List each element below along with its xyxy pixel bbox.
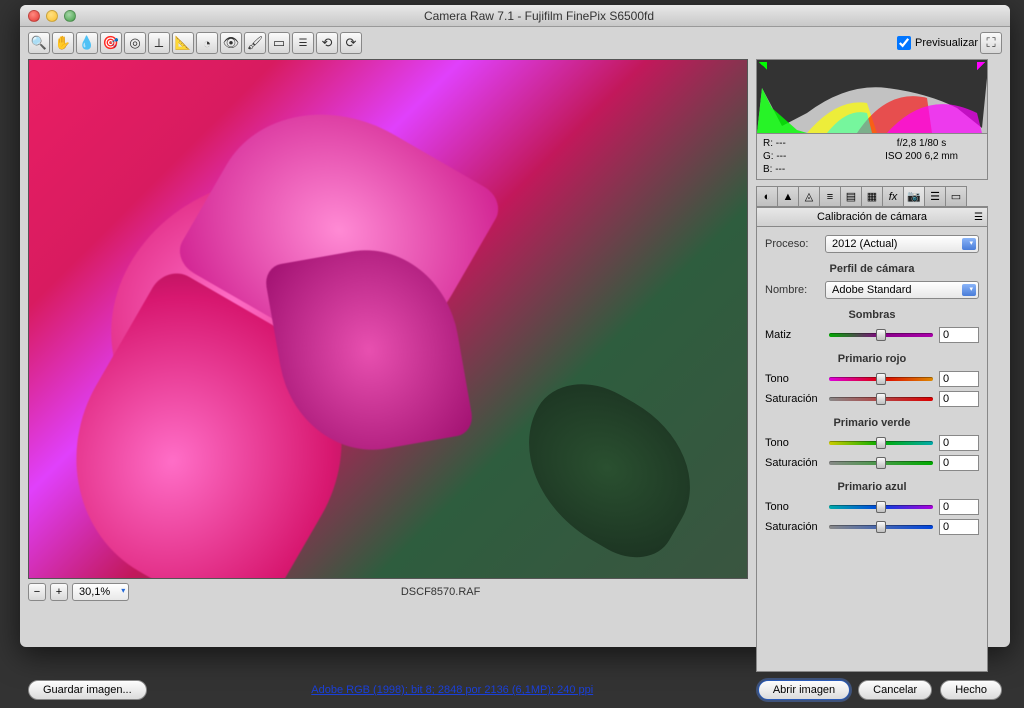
- profile-select[interactable]: Adobe Standard: [825, 281, 979, 299]
- green-hue-value[interactable]: 0: [939, 435, 979, 451]
- blue-sat-slider[interactable]: [829, 520, 933, 534]
- tab-hsl[interactable]: ≡: [819, 186, 841, 206]
- graduated-filter-icon[interactable]: ▭: [268, 32, 290, 54]
- blue-hue-value[interactable]: 0: [939, 499, 979, 515]
- zoom-out-button[interactable]: −: [28, 583, 46, 601]
- green-hue-label: Tono: [765, 437, 823, 449]
- preview-label: Previsualizar: [915, 37, 978, 49]
- target-adjust-icon[interactable]: ◎: [124, 32, 146, 54]
- titlebar: Camera Raw 7.1 - Fujifilm FinePix S6500f…: [20, 5, 1010, 27]
- blue-section-title: Primario azul: [765, 481, 979, 493]
- zoom-in-button[interactable]: +: [50, 583, 68, 601]
- zoom-icon[interactable]: [64, 10, 76, 22]
- minimize-icon[interactable]: [46, 10, 58, 22]
- shadows-hue-slider[interactable]: [829, 328, 933, 342]
- tab-snapshots[interactable]: ▭: [945, 186, 967, 206]
- name-label: Nombre:: [765, 284, 819, 296]
- tab-curve[interactable]: ▲: [777, 186, 799, 206]
- info-panel: R: ---G: ---B: --- f/2,8 1/80 sISO 200 6…: [756, 134, 988, 180]
- red-section-title: Primario rojo: [765, 353, 979, 365]
- red-sat-slider[interactable]: [829, 392, 933, 406]
- crop-tool-icon[interactable]: ⟂: [148, 32, 170, 54]
- histogram[interactable]: [756, 59, 988, 134]
- save-image-button[interactable]: Guardar imagen...: [28, 680, 147, 700]
- bottom-bar: Guardar imagen... Adobe RGB (1998); bit …: [20, 672, 1010, 708]
- done-button[interactable]: Hecho: [940, 680, 1002, 700]
- shadows-section-title: Sombras: [765, 309, 979, 321]
- green-section-title: Primario verde: [765, 417, 979, 429]
- exif-readout: f/2,8 1/80 sISO 200 6,2 mm: [862, 137, 981, 176]
- zoom-controls: − + 30,1% DSCF8570.RAF: [28, 583, 748, 601]
- preview-checkbox-input[interactable]: [897, 36, 911, 50]
- blue-sat-value[interactable]: 0: [939, 519, 979, 535]
- tab-presets[interactable]: ☰: [924, 186, 946, 206]
- green-sat-label: Saturación: [765, 457, 823, 469]
- rotate-ccw-icon[interactable]: ⟲: [316, 32, 338, 54]
- histogram-curve: [757, 59, 988, 133]
- filename-label: DSCF8570.RAF: [133, 586, 748, 598]
- red-hue-slider[interactable]: [829, 372, 933, 386]
- zoom-select[interactable]: 30,1%: [72, 583, 129, 601]
- tab-lens[interactable]: ▦: [861, 186, 883, 206]
- panel-tabs: ◐ ▲ ◬ ≡ ▤ ▦ fx 📷 ☰ ▭: [756, 186, 988, 207]
- panel-title: Calibración de cámara ☰: [756, 207, 988, 227]
- redeye-icon[interactable]: 👁: [220, 32, 242, 54]
- red-sat-label: Saturación: [765, 393, 823, 405]
- tab-detail[interactable]: ◬: [798, 186, 820, 206]
- profile-section-title: Perfil de cámara: [765, 263, 979, 275]
- preview-panel: − + 30,1% DSCF8570.RAF: [28, 59, 748, 672]
- tab-basic[interactable]: ◐: [756, 186, 778, 206]
- close-icon[interactable]: [28, 10, 40, 22]
- shadows-hue-value[interactable]: 0: [939, 327, 979, 343]
- red-hue-label: Tono: [765, 373, 823, 385]
- green-hue-slider[interactable]: [829, 436, 933, 450]
- color-sampler-icon[interactable]: 🎯: [100, 32, 122, 54]
- preview-checkbox[interactable]: Previsualizar: [897, 36, 978, 50]
- toolbar: 🔍 ✋ 💧 🎯 ◎ ⟂ 📐 ◔ 👁 🖌 ▭ ☰ ⟲ ⟳ Previsualiza…: [20, 27, 1010, 59]
- image-preview[interactable]: [28, 59, 748, 579]
- zoom-tool-icon[interactable]: 🔍: [28, 32, 50, 54]
- green-sat-slider[interactable]: [829, 456, 933, 470]
- hand-tool-icon[interactable]: ✋: [52, 32, 74, 54]
- traffic-lights: [28, 10, 76, 22]
- white-balance-icon[interactable]: 💧: [76, 32, 98, 54]
- open-image-button[interactable]: Abrir imagen: [758, 680, 850, 700]
- straighten-icon[interactable]: 📐: [172, 32, 194, 54]
- tab-calibration[interactable]: 📷: [903, 186, 925, 206]
- window-title: Camera Raw 7.1 - Fujifilm FinePix S6500f…: [76, 9, 1002, 23]
- camera-raw-window: Camera Raw 7.1 - Fujifilm FinePix S6500f…: [20, 5, 1010, 647]
- blue-hue-slider[interactable]: [829, 500, 933, 514]
- right-panel: R: ---G: ---B: --- f/2,8 1/80 sISO 200 6…: [756, 59, 988, 672]
- tab-fx[interactable]: fx: [882, 186, 904, 206]
- preferences-icon[interactable]: ☰: [292, 32, 314, 54]
- panel-menu-icon[interactable]: ☰: [974, 212, 983, 223]
- calibration-panel: Proceso: 2012 (Actual) Perfil de cámara …: [756, 227, 988, 672]
- process-select[interactable]: 2012 (Actual): [825, 235, 979, 253]
- process-label: Proceso:: [765, 238, 819, 250]
- spot-removal-icon[interactable]: ◔: [196, 32, 218, 54]
- green-sat-value[interactable]: 0: [939, 455, 979, 471]
- red-hue-value[interactable]: 0: [939, 371, 979, 387]
- workflow-link[interactable]: Adobe RGB (1998); bit 8; 2848 por 2136 (…: [155, 684, 750, 696]
- red-sat-value[interactable]: 0: [939, 391, 979, 407]
- blue-sat-label: Saturación: [765, 521, 823, 533]
- adjustment-brush-icon[interactable]: 🖌: [244, 32, 266, 54]
- rotate-cw-icon[interactable]: ⟳: [340, 32, 362, 54]
- blue-hue-label: Tono: [765, 501, 823, 513]
- tab-split[interactable]: ▤: [840, 186, 862, 206]
- shadows-hue-label: Matiz: [765, 329, 823, 341]
- cancel-button[interactable]: Cancelar: [858, 680, 932, 700]
- fullscreen-icon[interactable]: ⛶: [980, 32, 1002, 54]
- rgb-readout: R: ---G: ---B: ---: [763, 137, 862, 176]
